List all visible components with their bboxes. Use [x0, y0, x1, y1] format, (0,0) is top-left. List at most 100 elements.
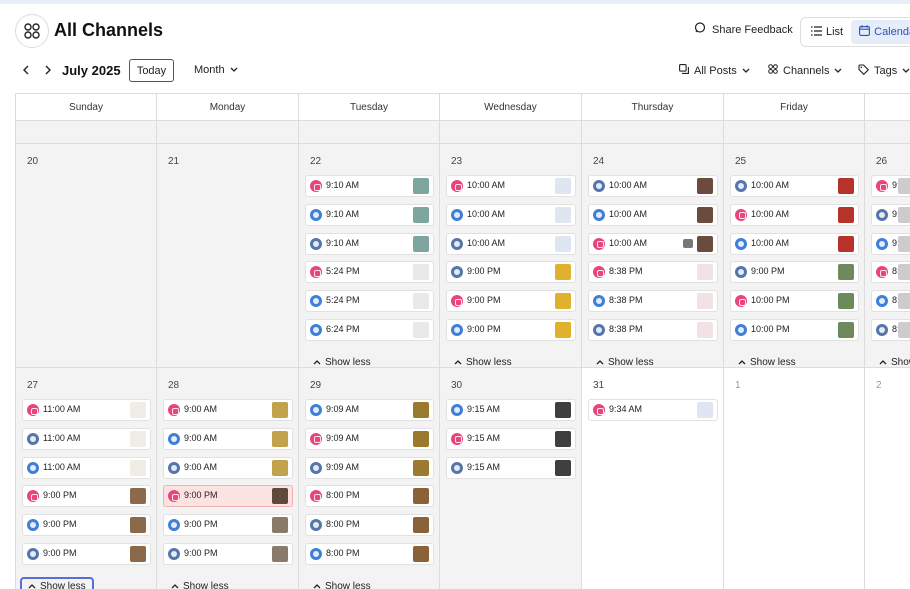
next-month-button[interactable] [40, 63, 56, 79]
calendar-day-cell[interactable] [16, 121, 157, 144]
post-card[interactable]: 8:38 PM [588, 290, 718, 313]
post-time: 9:00 PM [43, 519, 77, 530]
post-card[interactable]: 10:00 PM [730, 319, 859, 341]
range-dropdown[interactable]: Month [194, 64, 238, 76]
post-card[interactable]: 8:00 I [871, 290, 910, 313]
post-card[interactable]: 5:24 PM [305, 290, 434, 313]
calendar-day-cell[interactable] [440, 121, 582, 144]
post-card[interactable]: 10:00 AM [446, 175, 576, 197]
channels-filter-dropdown[interactable]: Channels [768, 64, 842, 77]
post-card[interactable]: 9:09 AM [305, 427, 434, 450]
calendar-day-cell[interactable]: 31 9:34 AM [582, 368, 724, 589]
post-card[interactable]: 9:30 A [871, 232, 910, 255]
show-less-button[interactable]: Show less [307, 577, 377, 589]
post-card[interactable]: 9:00 PM [446, 290, 576, 313]
post-card[interactable]: 9:10 AM [305, 203, 434, 226]
show-less-button[interactable]: Show less [20, 576, 94, 589]
today-button[interactable]: Today [129, 59, 174, 82]
day-number: 29 [310, 380, 322, 391]
post-card[interactable]: 8:00 I [871, 261, 910, 284]
post-card[interactable]: 9:30 A [871, 175, 910, 197]
post-card[interactable]: 10:00 AM [730, 175, 859, 197]
calendar-day-cell[interactable]: 2 [865, 368, 910, 589]
instagram-icon [168, 404, 180, 416]
share-feedback-button[interactable]: Share Feedback [694, 22, 793, 37]
post-card[interactable]: 11:00 AM [22, 399, 151, 421]
calendar-day-cell[interactable]: 28 9:00 AM 9:00 AM 9:00 AM 9:00 PM 9:00 PM 9:0… [157, 368, 299, 589]
post-card[interactable]: 11:00 AM [22, 456, 151, 479]
calendar-day-cell[interactable]: 25 10:00 AM 10:00 AM 10:00 AM 9:00 PM 10:00 P… [724, 144, 865, 368]
show-less-button[interactable]: Show less [165, 577, 235, 589]
post-card[interactable]: 6:24 PM [305, 319, 434, 341]
calendar-day-cell[interactable] [157, 121, 299, 144]
post-card[interactable]: 10:00 AM [588, 203, 718, 226]
post-card[interactable]: 9:30 A [871, 203, 910, 226]
instagram-icon [593, 266, 605, 279]
post-card[interactable]: 11:00 AM [22, 427, 151, 450]
post-card[interactable]: 9:10 AM [305, 232, 434, 255]
post-card[interactable]: 9:00 PM [22, 514, 151, 537]
post-card[interactable]: 10:00 AM [446, 232, 576, 255]
calendar-day-cell[interactable] [582, 121, 724, 144]
post-card[interactable]: 8:00 PM [305, 485, 434, 508]
post-time: 8:00 PM [326, 490, 360, 501]
facebook-icon [735, 237, 747, 250]
post-thumbnail [898, 178, 910, 194]
calendar-day-cell[interactable]: 29 9:09 AM 9:09 AM 9:09 AM 8:00 PM 8:00 PM 8:0… [299, 368, 440, 589]
post-card[interactable]: 10:00 AM [588, 175, 718, 197]
post-card[interactable]: 5:24 PM [305, 261, 434, 284]
post-card[interactable]: 8:38 PM [588, 319, 718, 341]
post-card[interactable]: 8:38 PM [588, 261, 718, 284]
post-card[interactable]: 9:00 PM [446, 319, 576, 341]
post-card[interactable]: 9:00 PM [163, 543, 293, 565]
post-card[interactable]: 8:00 PM [305, 514, 434, 537]
calendar-day-cell[interactable]: 27 11:00 AM 11:00 AM 11:00 AM 9:00 PM 9:00 PM… [16, 368, 157, 589]
grid-icon[interactable] [15, 14, 49, 48]
post-card[interactable]: 10:00 AM [730, 232, 859, 255]
post-thumbnail [272, 402, 288, 418]
linkedin-icon [735, 180, 747, 192]
prev-month-button[interactable] [18, 63, 34, 79]
calendar-day-cell[interactable]: 21 [157, 144, 299, 368]
post-card[interactable]: 9:00 AM [163, 456, 293, 479]
post-card[interactable]: 9:00 AM [163, 399, 293, 421]
view-list-button[interactable]: List [803, 20, 851, 44]
calendar-day-cell[interactable] [865, 121, 910, 144]
calendar-day-cell[interactable] [724, 121, 865, 144]
post-card[interactable]: 10:00 AM [588, 232, 718, 255]
post-card[interactable]: 9:15 AM [446, 456, 576, 479]
post-card[interactable]: 9:15 AM [446, 427, 576, 450]
post-card[interactable]: 9:00 PM [22, 543, 151, 565]
calendar-day-cell[interactable]: 1 [724, 368, 865, 589]
post-card[interactable]: 8:00 PM [305, 543, 434, 565]
calendar-day-cell[interactable]: 24 10:00 AM 10:00 AM 10:00 AM 8:38 PM 8:38 PM… [582, 144, 724, 368]
tags-filter-dropdown[interactable]: Tags [858, 64, 910, 78]
post-card[interactable]: 10:00 AM [446, 203, 576, 226]
weekday-header-partial [865, 94, 910, 121]
post-card[interactable]: 10:00 PM [730, 290, 859, 313]
post-card[interactable]: 9:00 PM [730, 261, 859, 284]
posts-filter-dropdown[interactable]: All Posts [679, 64, 750, 77]
calendar-day-cell[interactable]: 26 9:30 A 9:30 A 9:30 A 8:00 I 8:00 I 8:00 I Sh… [865, 144, 910, 368]
calendar-day-cell[interactable]: 20 [16, 144, 157, 368]
post-time: 8:00 PM [326, 548, 360, 558]
post-card[interactable]: 9:09 AM [305, 399, 434, 421]
calendar-day-cell[interactable]: 23 10:00 AM 10:00 AM 10:00 AM 9:00 PM 9:00 PM… [440, 144, 582, 368]
post-card[interactable]: 9:34 AM [588, 399, 718, 421]
view-calendar-button[interactable]: Calendar [851, 20, 910, 44]
post-card[interactable]: 9:15 AM [446, 399, 576, 421]
calendar-day-cell[interactable] [299, 121, 440, 144]
post-card[interactable]: 9:00 PM [163, 485, 293, 508]
post-card[interactable]: 10:00 AM [730, 203, 859, 226]
post-card[interactable]: 9:00 PM [163, 514, 293, 537]
post-card[interactable]: 9:09 AM [305, 456, 434, 479]
post-card[interactable]: 9:00 PM [446, 261, 576, 284]
post-time: 9:10 AM [326, 237, 360, 248]
post-card[interactable]: 9:00 PM [22, 485, 151, 508]
post-time: 8:00 PM [326, 519, 360, 530]
post-card[interactable]: 9:10 AM [305, 175, 434, 197]
calendar-day-cell[interactable]: 22 9:10 AM 9:10 AM 9:10 AM 5:24 PM 5:24 PM 6:2… [299, 144, 440, 368]
post-card[interactable]: 9:00 AM [163, 427, 293, 450]
calendar-day-cell[interactable]: 30 9:15 AM 9:15 AM 9:15 AM [440, 368, 582, 589]
post-card[interactable]: 8:00 I [871, 319, 910, 341]
